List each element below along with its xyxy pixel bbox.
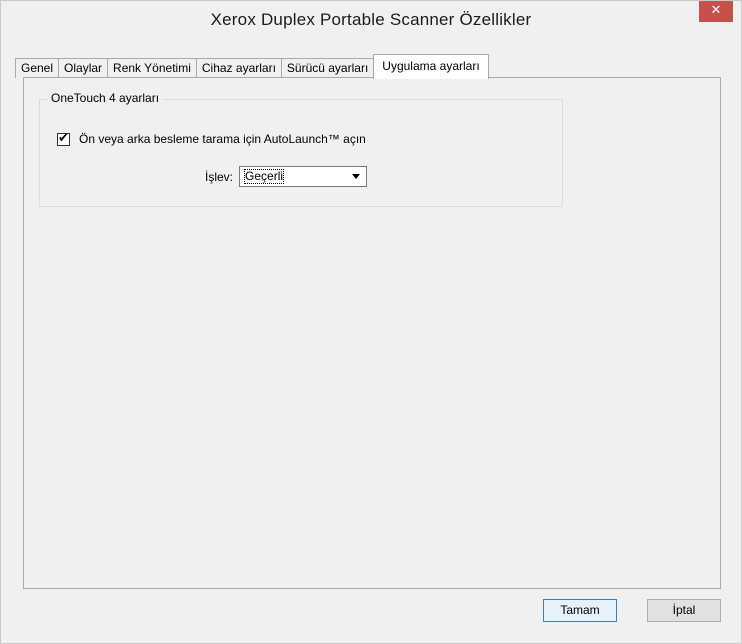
function-select-value: Geçerli xyxy=(244,169,285,184)
function-select[interactable]: Geçerli xyxy=(239,166,368,187)
close-button[interactable]: ✕ xyxy=(699,1,733,22)
window-title: Xerox Duplex Portable Scanner Özellikler xyxy=(210,10,532,29)
tab-renk-yonetimi[interactable]: Renk Yönetimi xyxy=(107,58,197,78)
tab-olaylar[interactable]: Olaylar xyxy=(58,58,109,78)
tab-panel: OneTouch 4 ayarları ✔ Ön veya arka besle… xyxy=(23,77,721,589)
function-label: İşlev: xyxy=(205,169,234,184)
properties-dialog: Xerox Duplex Portable Scanner Özellikler… xyxy=(0,0,742,644)
tab-cihaz-ayarlari[interactable]: Cihaz ayarları xyxy=(195,58,282,78)
tab-surucu-ayarlari[interactable]: Sürücü ayarları xyxy=(280,58,375,78)
function-field: İşlev: Geçerli xyxy=(205,166,368,187)
tab-genel[interactable]: Genel xyxy=(15,58,60,78)
cancel-button[interactable]: İptal xyxy=(647,599,721,622)
autolaunch-option[interactable]: ✔ Ön veya arka besleme tarama için AutoL… xyxy=(57,130,366,146)
dropdown-arrow-icon[interactable] xyxy=(352,174,361,179)
tab-strip: Genel Olaylar Renk Yönetimi Cihaz ayarla… xyxy=(15,53,489,79)
ok-button[interactable]: Tamam xyxy=(543,599,617,622)
title-bar[interactable]: Xerox Duplex Portable Scanner Özellikler… xyxy=(1,1,741,41)
onetouch-settings-group: OneTouch 4 ayarları ✔ Ön veya arka besle… xyxy=(39,91,563,207)
tab-uygulama-ayarlari[interactable]: Uygulama ayarları xyxy=(373,54,489,79)
checkmark-icon: ✔ xyxy=(58,130,69,146)
close-icon: ✕ xyxy=(710,3,722,18)
autolaunch-label[interactable]: Ön veya arka besleme tarama için AutoLau… xyxy=(79,132,366,146)
autolaunch-checkbox[interactable]: ✔ xyxy=(57,130,70,146)
group-legend: OneTouch 4 ayarları xyxy=(48,91,163,105)
